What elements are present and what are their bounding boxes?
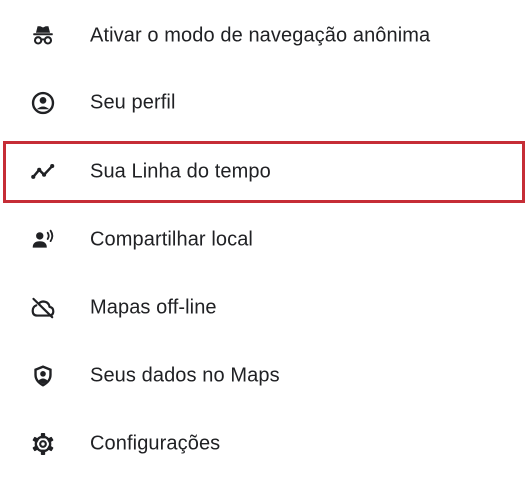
cloud-off-icon bbox=[30, 295, 56, 321]
side-menu: Ativar o modo de navegação anônima Seu p… bbox=[0, 0, 532, 477]
menu-item-share-location[interactable]: Compartilhar local bbox=[0, 210, 532, 270]
menu-item-label: Seu perfil bbox=[90, 91, 176, 114]
highlight-box bbox=[3, 141, 525, 203]
menu-item-incognito[interactable]: Ativar o modo de navegação anônima bbox=[0, 6, 532, 66]
menu-item-profile[interactable]: Seu perfil bbox=[0, 73, 532, 133]
menu-item-label: Mapas off-line bbox=[90, 296, 217, 319]
gear-icon bbox=[30, 431, 56, 457]
menu-item-label: Configurações bbox=[90, 432, 221, 455]
shield-account-icon bbox=[30, 363, 56, 389]
menu-item-your-data[interactable]: Seus dados no Maps bbox=[0, 346, 532, 406]
menu-item-label: Seus dados no Maps bbox=[90, 364, 280, 387]
menu-item-label: Compartilhar local bbox=[90, 228, 253, 251]
share-location-icon bbox=[30, 227, 56, 253]
menu-item-label: Ativar o modo de navegação anônima bbox=[90, 24, 431, 47]
menu-item-settings[interactable]: Configurações bbox=[0, 414, 532, 474]
account-circle-icon bbox=[30, 90, 56, 116]
incognito-icon bbox=[30, 23, 56, 49]
menu-item-offline-maps[interactable]: Mapas off-line bbox=[0, 278, 532, 338]
